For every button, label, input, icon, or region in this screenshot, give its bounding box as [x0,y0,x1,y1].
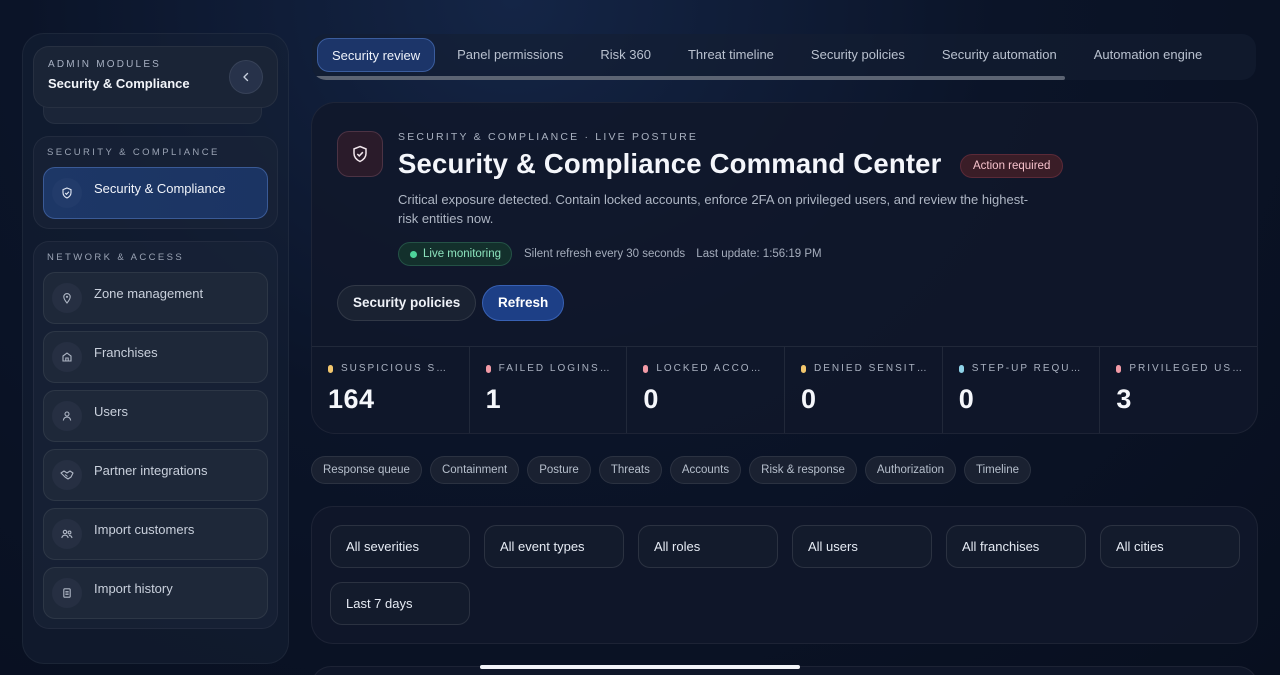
city-filter[interactable]: All cities [1100,525,1240,568]
date-range-filter[interactable]: Last 7 days [330,582,470,625]
chip-accounts[interactable]: Accounts [669,456,742,484]
refresh-meta: Silent refresh every 30 seconds Last upd… [524,248,830,260]
metric-dot [1116,364,1122,373]
module-tabs: Security review Panel permissions Risk 3… [312,34,1256,80]
sidebar-item-label: Security & Compliance [94,180,226,196]
live-monitoring-badge: Live monitoring [398,242,512,266]
metric-denied-sensitive[interactable]: DENIED SENSITI… 0 [785,347,943,433]
sidebar-header: ADMIN MODULES Security & Compliance [33,46,278,108]
user-icon [52,401,82,431]
status-badge: Action required [960,154,1064,178]
metric-value: 164 [328,384,375,414]
sidebar-item-franchises[interactable]: Franchises [43,331,268,383]
metric-label: SUSPICIOUS SE… [341,363,454,374]
metric-dot [801,364,807,373]
live-status-dot [410,251,417,258]
chip-containment[interactable]: Containment [429,456,520,484]
sidebar-item-partner-integrations[interactable]: Partner integrations [43,449,268,501]
document-icon [52,578,82,608]
refresh-note: Silent refresh every 30 seconds [524,248,686,260]
metric-suspicious-sessions[interactable]: SUSPICIOUS SE… 164 [312,347,470,433]
sidebar-item-security-compliance[interactable]: Security & Compliance [43,167,268,219]
sidebar: ADMIN MODULES Security & Compliance SECU… [22,33,289,664]
tab-security-review[interactable]: Security review [317,38,436,72]
severity-filter[interactable]: All severities [330,525,470,568]
chip-threats[interactable]: Threats [598,456,662,484]
tabs-scrollbar[interactable] [312,76,1065,80]
shield-check-icon [337,131,383,177]
map-pin-icon [52,283,82,313]
tab-threat-timeline[interactable]: Threat timeline [670,38,792,72]
metric-label: STEP-UP REQUI… [971,363,1085,374]
tab-security-policies[interactable]: Security policies [793,38,923,72]
franchise-filter[interactable]: All franchises [946,525,1086,568]
chip-risk-response[interactable]: Risk & response [749,456,857,484]
tab-security-automation[interactable]: Security automation [924,38,1075,72]
tab-automation-engine[interactable]: Automation engine [1076,38,1220,72]
chip-authorization[interactable]: Authorization [864,456,956,484]
event-type-filter[interactable]: All event types [484,525,624,568]
hero-eyebrow: SECURITY & COMPLIANCE · LIVE POSTURE [398,131,699,143]
refresh-button[interactable]: Refresh [482,285,565,321]
metric-dot [643,364,649,373]
sidebar-item-users[interactable]: Users [43,390,268,442]
section-chips: Response queue Containment Posture Threa… [311,456,1039,484]
sidebar-group-network: NETWORK & ACCESS Zone management Franchi… [33,241,278,629]
sidebar-item-label: Zone management [94,285,204,301]
chevron-left-icon [243,72,249,82]
metric-value: 0 [801,384,817,414]
sidebar-item-label: Partner integrations [94,462,208,478]
user-filter[interactable]: All users [792,525,932,568]
tab-panel-permissions[interactable]: Panel permissions [439,38,581,72]
page-title: Security & Compliance Command Center [398,148,942,179]
role-filter[interactable]: All roles [638,525,778,568]
filters-card: All severities All event types All roles… [311,506,1258,644]
metric-value: 1 [485,384,502,414]
security-policies-button[interactable]: Security policies [337,285,477,321]
sidebar-item-import-customers[interactable]: Import customers [43,508,268,560]
metric-dot [958,364,964,373]
metric-dot [328,364,333,373]
command-center-card: SECURITY & COMPLIANCE · LIVE POSTURE Sec… [311,102,1258,434]
metric-value: 0 [643,384,659,414]
sidebar-group-label: SECURITY & COMPLIANCE [47,147,220,158]
metric-label: DENIED SENSITI… [814,363,928,374]
sidebar-item-label: Import history [94,580,173,596]
sidebar-group-security: SECURITY & COMPLIANCE Security & Complia… [33,136,278,229]
metric-value: 3 [1116,384,1132,414]
shield-check-icon [52,178,82,208]
sidebar-group-label: NETWORK & ACCESS [47,252,185,263]
sidebar-item-label: Import customers [94,521,195,537]
metrics-strip: SUSPICIOUS SE… 164 FAILED LOGINS … 1 LOC… [312,346,1257,433]
chip-timeline[interactable]: Timeline [964,456,1032,484]
metric-step-up-required[interactable]: STEP-UP REQUI… 0 [943,347,1101,433]
handshake-icon [52,460,82,490]
collapse-sidebar-button[interactable] [229,60,263,94]
live-label: Live monitoring [423,248,501,260]
last-update: Last update: 1:56:19 PM [696,248,822,260]
metric-label: PRIVILEGED US… [1129,363,1243,374]
sidebar-item-zone-management[interactable]: Zone management [43,272,268,324]
metric-locked-accounts[interactable]: LOCKED ACCOU… 0 [627,347,786,433]
metric-value: 0 [958,384,975,414]
metric-failed-logins[interactable]: FAILED LOGINS … 1 [470,347,628,433]
tab-risk-360[interactable]: Risk 360 [582,38,669,72]
sidebar-item-label: Users [94,403,128,419]
storefront-icon [52,342,82,372]
hero-description: Critical exposure detected. Contain lock… [398,192,1029,226]
metric-label: LOCKED ACCOU… [656,363,770,374]
sidebar-item-import-history[interactable]: Import history [43,567,268,619]
metric-dot [485,364,491,373]
chip-response-queue[interactable]: Response queue [311,456,422,484]
users-icon [52,519,82,549]
chip-posture[interactable]: Posture [527,456,591,484]
sidebar-item-label: Franchises [94,344,158,360]
home-indicator[interactable] [480,665,800,669]
metric-privileged-users[interactable]: PRIVILEGED US… 3 [1100,347,1257,433]
metric-label: FAILED LOGINS … [498,363,612,374]
